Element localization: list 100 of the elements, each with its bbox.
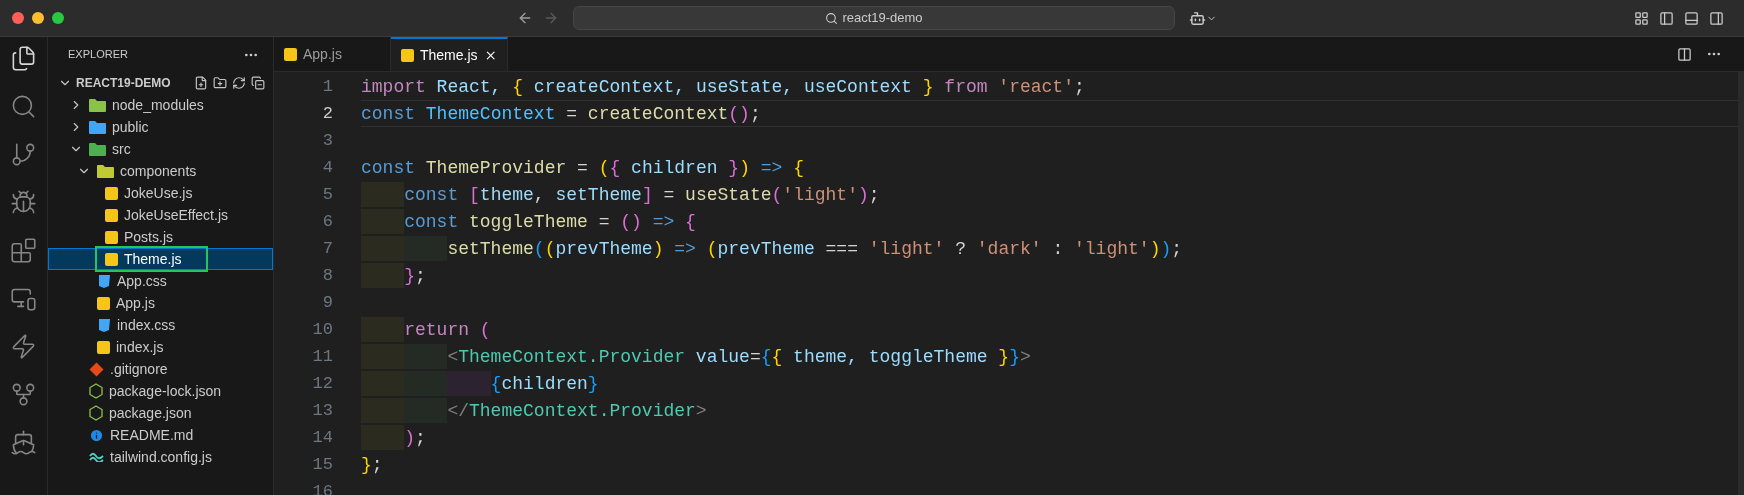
js-file-icon [284, 47, 297, 61]
line-number: 5 [321, 184, 333, 206]
folder-row[interactable]: node_modules [48, 94, 273, 116]
file-name: node_modules [112, 95, 204, 115]
file-name: Theme.js [124, 249, 182, 269]
zoom-window-icon[interactable] [52, 12, 64, 24]
git-file-icon [89, 361, 104, 377]
lightning-icon[interactable] [10, 333, 37, 360]
info-icon [89, 427, 104, 443]
file-name: index.js [116, 337, 164, 357]
line-number: 8 [321, 265, 333, 287]
code-line: const [theme, setTheme] = useState('light'); [361, 181, 1738, 208]
code-line: setTheme((prevTheme) => (prevTheme === 'light' ? 'dark' : 'light')); [361, 235, 1738, 262]
js-file-icon [105, 186, 118, 200]
wave-file-icon [89, 452, 104, 462]
file-name: components [120, 161, 197, 181]
file-row[interactable]: package-lock.json [48, 380, 273, 402]
file-row[interactable]: README.md [48, 424, 273, 446]
ship-icon[interactable] [10, 429, 37, 456]
folder-row[interactable]: public [48, 116, 273, 138]
folder-row[interactable]: components [48, 160, 273, 182]
line-number: 4 [321, 157, 333, 179]
code-line: const ThemeContext = createContext(); [361, 100, 1738, 127]
json-file-icon [89, 383, 103, 399]
file-row[interactable]: index.js [48, 336, 273, 358]
code-line: <ThemeContext.Provider value={{ theme, toggleTheme }}> [361, 343, 1738, 370]
file-row[interactable]: App.css [48, 270, 273, 292]
line-number: 2 [321, 103, 333, 125]
project-title[interactable]: REACT19-DEMO [76, 74, 171, 92]
line-number: 3 [321, 130, 333, 152]
js-file-icon [105, 230, 118, 244]
js-file-icon [97, 296, 110, 310]
js-file-icon [97, 340, 110, 354]
file-row[interactable]: App.js [48, 292, 273, 314]
code-line: import React, { createContext, useState, useContext } from 'react'; [361, 76, 1086, 99]
file-name: index.css [117, 315, 176, 335]
file-row[interactable]: package.json [48, 402, 273, 424]
line-number: 12 [311, 373, 333, 395]
code-line: ); [361, 424, 1738, 451]
search-icon [825, 11, 839, 25]
code-line: const ThemeProvider = ({ children }) => { [361, 157, 805, 180]
new-file-icon[interactable] [194, 76, 208, 90]
file-name: package-lock.json [109, 381, 222, 401]
js-file-icon [401, 48, 414, 62]
explorer-title: EXPLORER [68, 47, 128, 63]
line-number: 15 [311, 454, 333, 476]
search-field[interactable]: react19-demo [573, 6, 1175, 30]
file-name: Posts.js [124, 227, 173, 247]
code-line: const toggleTheme = () => { [361, 208, 1738, 235]
collapse-icon[interactable] [251, 76, 265, 90]
fork-icon[interactable] [10, 381, 37, 408]
file-row[interactable]: Theme.js [48, 248, 273, 270]
tab-label: Theme.js [420, 45, 478, 65]
search-icon[interactable] [10, 93, 37, 120]
tab-label: App.js [303, 44, 342, 64]
css-file-icon [97, 317, 111, 333]
file-name: App.css [117, 271, 167, 291]
line-number: 9 [321, 292, 333, 314]
branch-icon[interactable] [10, 141, 37, 168]
split-editor-icon[interactable] [1677, 46, 1692, 62]
json-file-icon [89, 405, 103, 421]
code-line: }; [361, 454, 384, 477]
file-name: package.json [109, 403, 192, 423]
bug-icon[interactable] [10, 189, 37, 216]
panel-right-icon[interactable] [1709, 10, 1724, 26]
code-line: return ( [361, 316, 1738, 343]
file-row[interactable]: index.css [48, 314, 273, 336]
line-number: 14 [311, 427, 333, 449]
css-file-icon [97, 273, 111, 289]
line-number: 11 [311, 346, 333, 368]
file-name: public [112, 117, 149, 137]
js-file-icon [105, 208, 118, 222]
close-window-icon[interactable] [12, 12, 24, 24]
js-file-icon [105, 252, 118, 266]
layout-icon[interactable] [1634, 10, 1649, 26]
line-number: 6 [321, 211, 333, 233]
file-name: JokeUseEffect.js [124, 205, 228, 225]
panel-bottom-icon[interactable] [1684, 10, 1699, 26]
new-folder-icon[interactable] [213, 76, 227, 90]
line-number: 1 [321, 76, 333, 98]
code-line: {children} [361, 370, 1738, 397]
file-row[interactable]: JokeUseEffect.js [48, 204, 273, 226]
line-number: 10 [311, 319, 333, 341]
line-number: 13 [311, 400, 333, 422]
blocks-icon[interactable] [10, 237, 37, 264]
panel-left-icon[interactable] [1659, 10, 1674, 26]
file-name: README.md [110, 425, 194, 445]
refresh-icon[interactable] [232, 76, 246, 90]
editor-tab[interactable]: Theme.js [391, 37, 508, 71]
file-name: JokeUse.js [124, 183, 193, 203]
line-number: 7 [321, 238, 333, 260]
folder-row[interactable]: src [48, 138, 273, 160]
file-row[interactable]: JokeUse.js [48, 182, 273, 204]
file-name: App.js [116, 293, 155, 313]
file-row[interactable]: tailwind.config.js [48, 446, 273, 468]
minimize-window-icon[interactable] [32, 12, 44, 24]
robot-icon[interactable] [1189, 9, 1206, 27]
files-icon[interactable] [10, 45, 37, 72]
file-row[interactable]: .gitignore [48, 358, 273, 380]
file-row[interactable]: Posts.js [48, 226, 273, 248]
